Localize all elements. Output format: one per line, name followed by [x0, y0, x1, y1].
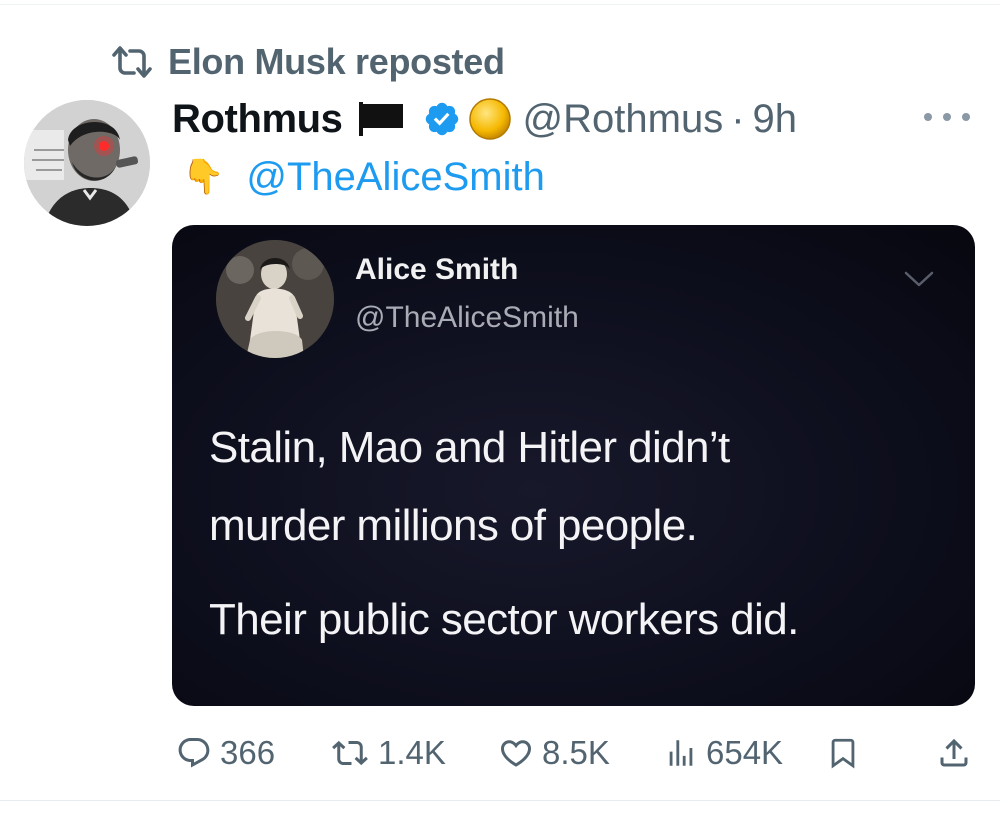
- views-button[interactable]: 654K: [664, 728, 783, 778]
- heart-icon: [500, 740, 532, 767]
- gold-circle-icon: [467, 96, 513, 142]
- embedded-text-line: murder millions of people.: [209, 501, 698, 550]
- views-count: 654K: [706, 734, 784, 771]
- embedded-text-line: Stalin, Mao and Hitler didn’t: [209, 423, 730, 472]
- reply-count: 366: [220, 734, 276, 771]
- bookmark-icon: [831, 738, 855, 769]
- dot: [962, 113, 970, 121]
- repost-icon: [332, 740, 368, 766]
- share-button[interactable]: [936, 728, 972, 778]
- embedded-author-name: Alice Smith: [355, 253, 519, 286]
- author-name[interactable]: Rothmus: [172, 97, 343, 142]
- more-options-icon[interactable]: [924, 102, 970, 132]
- reply-icon: [178, 738, 210, 768]
- bottom-divider: [0, 800, 1000, 801]
- pointing-down-emoji: 👇: [182, 158, 225, 196]
- tweet-text: 👇 @TheAliceSmith: [182, 152, 545, 202]
- embedded-avatar: [216, 240, 334, 358]
- embedded-author-handle: @TheAliceSmith: [355, 301, 579, 334]
- tweet-header: Rothmus @Rothmus · 9h: [172, 92, 797, 146]
- separator-dot: ·: [731, 96, 745, 141]
- black-flag-icon: [357, 102, 407, 136]
- share-icon: [940, 738, 968, 767]
- repost-label: Elon Musk reposted: [168, 41, 505, 82]
- embedded-text-line: Their public sector workers did.: [209, 595, 799, 644]
- repost-count: 1.4K: [378, 734, 446, 771]
- top-divider: [0, 4, 1000, 5]
- action-bar: 366 1.4K 8.5K 654K: [0, 728, 1000, 778]
- author-avatar[interactable]: [24, 100, 150, 226]
- repost-attribution[interactable]: Elon Musk reposted: [110, 40, 505, 84]
- like-button[interactable]: 8.5K: [498, 728, 610, 778]
- chevron-down-icon: [904, 271, 934, 287]
- repost-icon: [110, 44, 154, 80]
- author-handle[interactable]: @Rothmus: [523, 97, 724, 142]
- views-chart-icon: [669, 740, 693, 766]
- reply-button[interactable]: 366: [176, 728, 275, 778]
- bookmark-button[interactable]: [826, 728, 860, 778]
- dot: [943, 113, 951, 121]
- repost-button[interactable]: 1.4K: [330, 728, 446, 778]
- dot: [924, 113, 932, 121]
- timestamp[interactable]: 9h: [753, 97, 798, 142]
- mention-link[interactable]: @TheAliceSmith: [246, 155, 544, 200]
- verified-badge-icon[interactable]: [423, 100, 461, 138]
- like-count: 8.5K: [542, 734, 610, 771]
- attached-image[interactable]: Alice Smith @TheAliceSmith Stalin, Mao a…: [172, 225, 975, 706]
